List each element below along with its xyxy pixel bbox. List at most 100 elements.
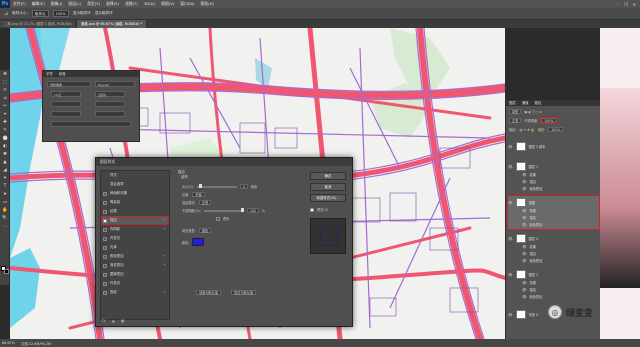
layer-row[interactable]: 👁 颜色叠加 — [508, 222, 599, 228]
stamp-icon[interactable]: ⬤ — [0, 134, 10, 142]
stroke-color-swatch[interactable] — [192, 238, 205, 246]
sample-all-toggle[interactable]: 显示取样环 — [95, 11, 113, 16]
style-checkbox[interactable] — [103, 290, 107, 295]
new-style-button[interactable]: 新建样式(W)... — [310, 194, 346, 202]
font-family-field[interactable]: 微软雅黑 — [47, 81, 91, 87]
crop-icon[interactable]: ✂ — [0, 102, 10, 110]
layer-row[interactable]: 👁 效果 — [508, 280, 599, 286]
style-list-item[interactable]: 描边 + — [101, 216, 169, 225]
layer-opacity-input[interactable]: 100% — [540, 117, 558, 124]
style-checkbox[interactable] — [103, 209, 107, 214]
show-ring-toggle[interactable]: 显示取样环 — [73, 11, 91, 16]
eyedropper-icon[interactable]: ⊿ — [4, 11, 8, 17]
horizontal-scale-field[interactable] — [95, 111, 125, 117]
layer-fill-input[interactable]: 100% — [548, 127, 564, 132]
eraser-icon[interactable]: ✱ — [0, 150, 10, 158]
layer-row[interactable]: 👁 图层 1 — [508, 162, 599, 171]
style-list-item[interactable]: 投影 + — [101, 288, 169, 297]
layer-filter-select[interactable]: 类型 — [509, 109, 522, 114]
style-checkbox[interactable] — [103, 272, 107, 277]
preview-checkbox[interactable] — [310, 207, 314, 212]
kerning-field[interactable] — [95, 101, 125, 107]
overprint-checkbox[interactable] — [216, 216, 220, 221]
zoom-select[interactable]: 100% — [52, 10, 69, 17]
make-default-button[interactable]: 设置为默认值 — [196, 290, 222, 295]
size-input[interactable]: 4 — [239, 184, 248, 189]
style-list-item[interactable]: 斜面和浮雕 — [101, 189, 169, 198]
tab-channels[interactable]: 通道 — [522, 100, 529, 106]
visibility-eye-icon[interactable]: 👁 — [522, 295, 527, 299]
style-checkbox[interactable] — [103, 191, 107, 196]
tab-paths[interactable]: 路径 — [535, 100, 542, 106]
layer-row[interactable]: 👁 描边 — [508, 179, 599, 185]
type-icon[interactable]: T — [0, 182, 10, 190]
marquee-icon[interactable]: ⬚ — [0, 78, 10, 86]
layer-row[interactable]: 👁 图层 3 — [508, 270, 599, 279]
menu-item[interactable]: 类型(Y) — [84, 0, 103, 8]
menu-item[interactable]: 编辑(E) — [29, 0, 48, 8]
color-picker-strip[interactable] — [600, 28, 640, 339]
zoom-icon[interactable]: 🔍 — [0, 214, 10, 222]
size-slider[interactable] — [196, 184, 237, 188]
style-checkbox[interactable] — [103, 254, 107, 259]
style-list-item[interactable]: 样式 — [101, 171, 169, 180]
layer-blend-select[interactable]: 正常 — [509, 118, 522, 123]
tab-document-1[interactable]: 二维.png @ 72.2% (图层 1 副本, RGB/8#) — [0, 20, 77, 28]
visibility-eye-icon[interactable]: 👁 — [522, 245, 527, 249]
sample-select[interactable]: 取样点 — [31, 10, 49, 17]
visibility-eye-icon[interactable]: 👁 — [522, 288, 527, 292]
menu-item[interactable]: 文件(F) — [10, 0, 29, 8]
restore-button[interactable]: ❐ — [624, 2, 628, 7]
style-checkbox[interactable] — [103, 281, 107, 286]
hand-icon[interactable]: ✋ — [0, 206, 10, 214]
style-list-item[interactable]: 图案叠加 — [101, 270, 169, 279]
vertical-scale-field[interactable] — [51, 111, 81, 117]
text-style-buttons[interactable] — [51, 121, 131, 127]
style-checkbox[interactable] — [103, 227, 107, 232]
add-style-icon[interactable]: + — [163, 216, 166, 225]
close-button[interactable]: ✕ — [633, 2, 636, 7]
visibility-eye-icon[interactable]: 👁 — [522, 252, 527, 256]
layer-row[interactable]: 👁 图层 4 — [508, 234, 599, 243]
layer-row[interactable]: 👁 效果 — [508, 208, 599, 214]
font-style-field[interactable]: Regular — [95, 81, 135, 87]
visibility-eye-icon[interactable]: 👁 — [508, 237, 513, 241]
menu-item[interactable]: 帮助(H) — [198, 0, 217, 8]
menu-item[interactable]: 图像(I) — [48, 0, 66, 8]
visibility-eye-icon[interactable]: 👁 — [522, 209, 527, 213]
style-list-item[interactable]: 纹理 — [101, 207, 169, 216]
layer-row[interactable]: 👁 道路 — [508, 198, 599, 207]
menu-item[interactable]: 视图(V) — [158, 0, 177, 8]
menu-item[interactable]: 3D(D) — [141, 0, 158, 8]
visibility-eye-icon[interactable]: 👁 — [522, 281, 527, 285]
style-list-item[interactable]: 混合选项 — [101, 180, 169, 189]
tab-document-2[interactable]: 道路.psd @ 66.67% (道路, RGB/8#) * — [76, 20, 148, 28]
zoom-level[interactable]: 66.67% — [2, 341, 15, 345]
style-checkbox[interactable] — [103, 245, 107, 250]
shape-icon[interactable]: ▭ — [0, 198, 10, 206]
lock-icons[interactable]: ▨ ✎ ✥ 🔒 — [519, 128, 534, 132]
layer-row[interactable]: 👁 颜色叠加 — [508, 258, 599, 264]
style-checkbox[interactable] — [103, 200, 107, 205]
font-size-field[interactable]: 12点 — [51, 91, 81, 97]
leading-field[interactable]: (自动) — [95, 91, 125, 97]
add-style-icon[interactable]: + — [163, 288, 166, 297]
tab-character[interactable]: 字符 — [46, 71, 53, 77]
quick-select-icon[interactable]: ⊿ — [0, 94, 10, 102]
reset-default-button[interactable]: 复位为默认值 — [231, 290, 257, 295]
style-checkbox[interactable] — [103, 236, 107, 241]
menu-item[interactable]: 图层(L) — [65, 0, 84, 8]
menu-item[interactable]: 窗口(W) — [177, 0, 197, 8]
lasso-icon[interactable]: ⌾ — [0, 86, 10, 94]
visibility-eye-icon[interactable]: 👁 — [508, 145, 513, 149]
blend-select[interactable]: 正常 — [198, 200, 212, 205]
opacity-slider[interactable] — [203, 208, 244, 212]
minimize-button[interactable]: – — [617, 2, 619, 7]
style-list-item[interactable]: 等高线 — [101, 198, 169, 207]
style-list-item[interactable]: 外发光 — [101, 279, 169, 288]
more-icon[interactable]: … — [0, 222, 10, 230]
visibility-eye-icon[interactable]: 👁 — [508, 201, 513, 205]
add-style-icon[interactable]: + — [163, 261, 166, 270]
eyedropper-icon[interactable]: ⌖ — [0, 110, 10, 118]
cancel-button[interactable]: 取消 — [310, 183, 346, 191]
